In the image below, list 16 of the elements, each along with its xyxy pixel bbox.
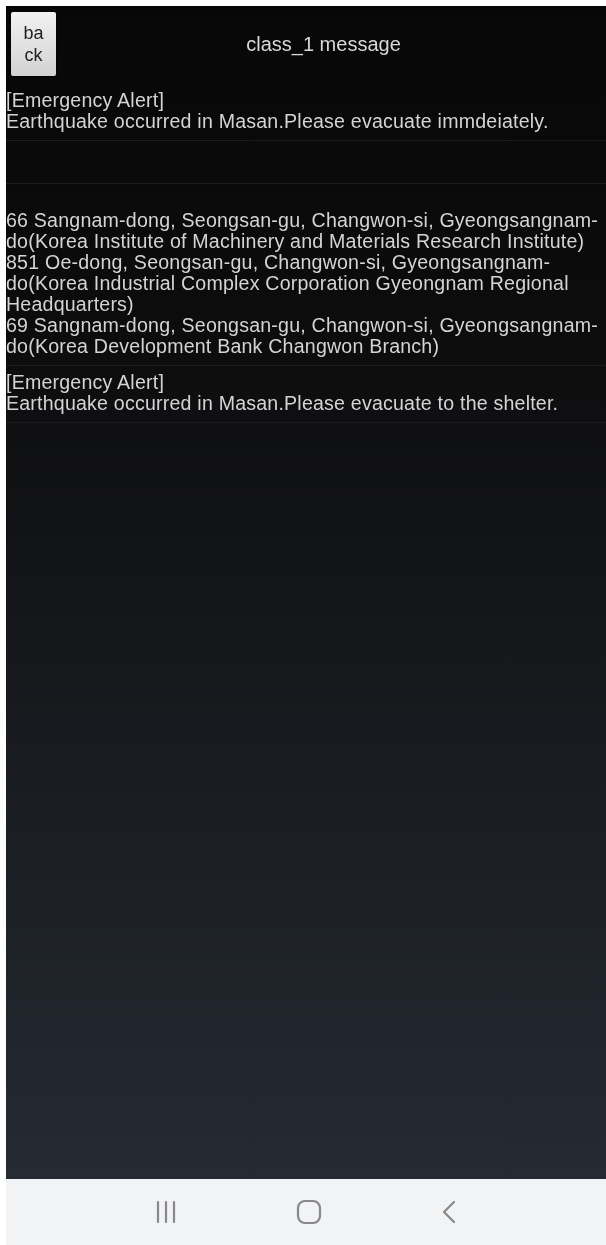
back-button[interactable]: back	[11, 12, 56, 76]
address-text: 851 Oe-dong, Seongsan-gu, Changwon-si, Gyeongsangnam-	[6, 252, 551, 273]
alert-heading: [Emergency Alert]	[6, 372, 166, 393]
alert-message: Earthquake occurred in Masan.Please evacuate to the shelter.	[6, 393, 560, 414]
address-text: do(Korea Development Bank Changwon Branch)	[6, 336, 440, 357]
screen-title: class_1 message	[245, 32, 402, 56]
back-icon[interactable]	[440, 1200, 457, 1224]
recent-apps-icon[interactable]	[155, 1200, 178, 1224]
address-text: do(Korea Industrial Complex Corporation Gyeongnam Regional	[6, 273, 570, 294]
alert-heading: [Emergency Alert]	[6, 90, 166, 111]
address-text: 69 Sangnam-dong, Seongsan-gu, Changwon-si, Gyeongsangnam-	[6, 315, 599, 336]
home-icon[interactable]	[296, 1199, 322, 1225]
alert-message: Earthquake occurred in Masan.Please evacuate immdeiately.	[6, 111, 550, 132]
address-text: Headquarters)	[6, 294, 135, 315]
address-text: do(Korea Institute of Machinery and Materials Research Institute)	[6, 231, 585, 252]
address-text: 66 Sangnam-dong, Seongsan-gu, Changwon-si, Gyeongsangnam-	[6, 210, 599, 231]
